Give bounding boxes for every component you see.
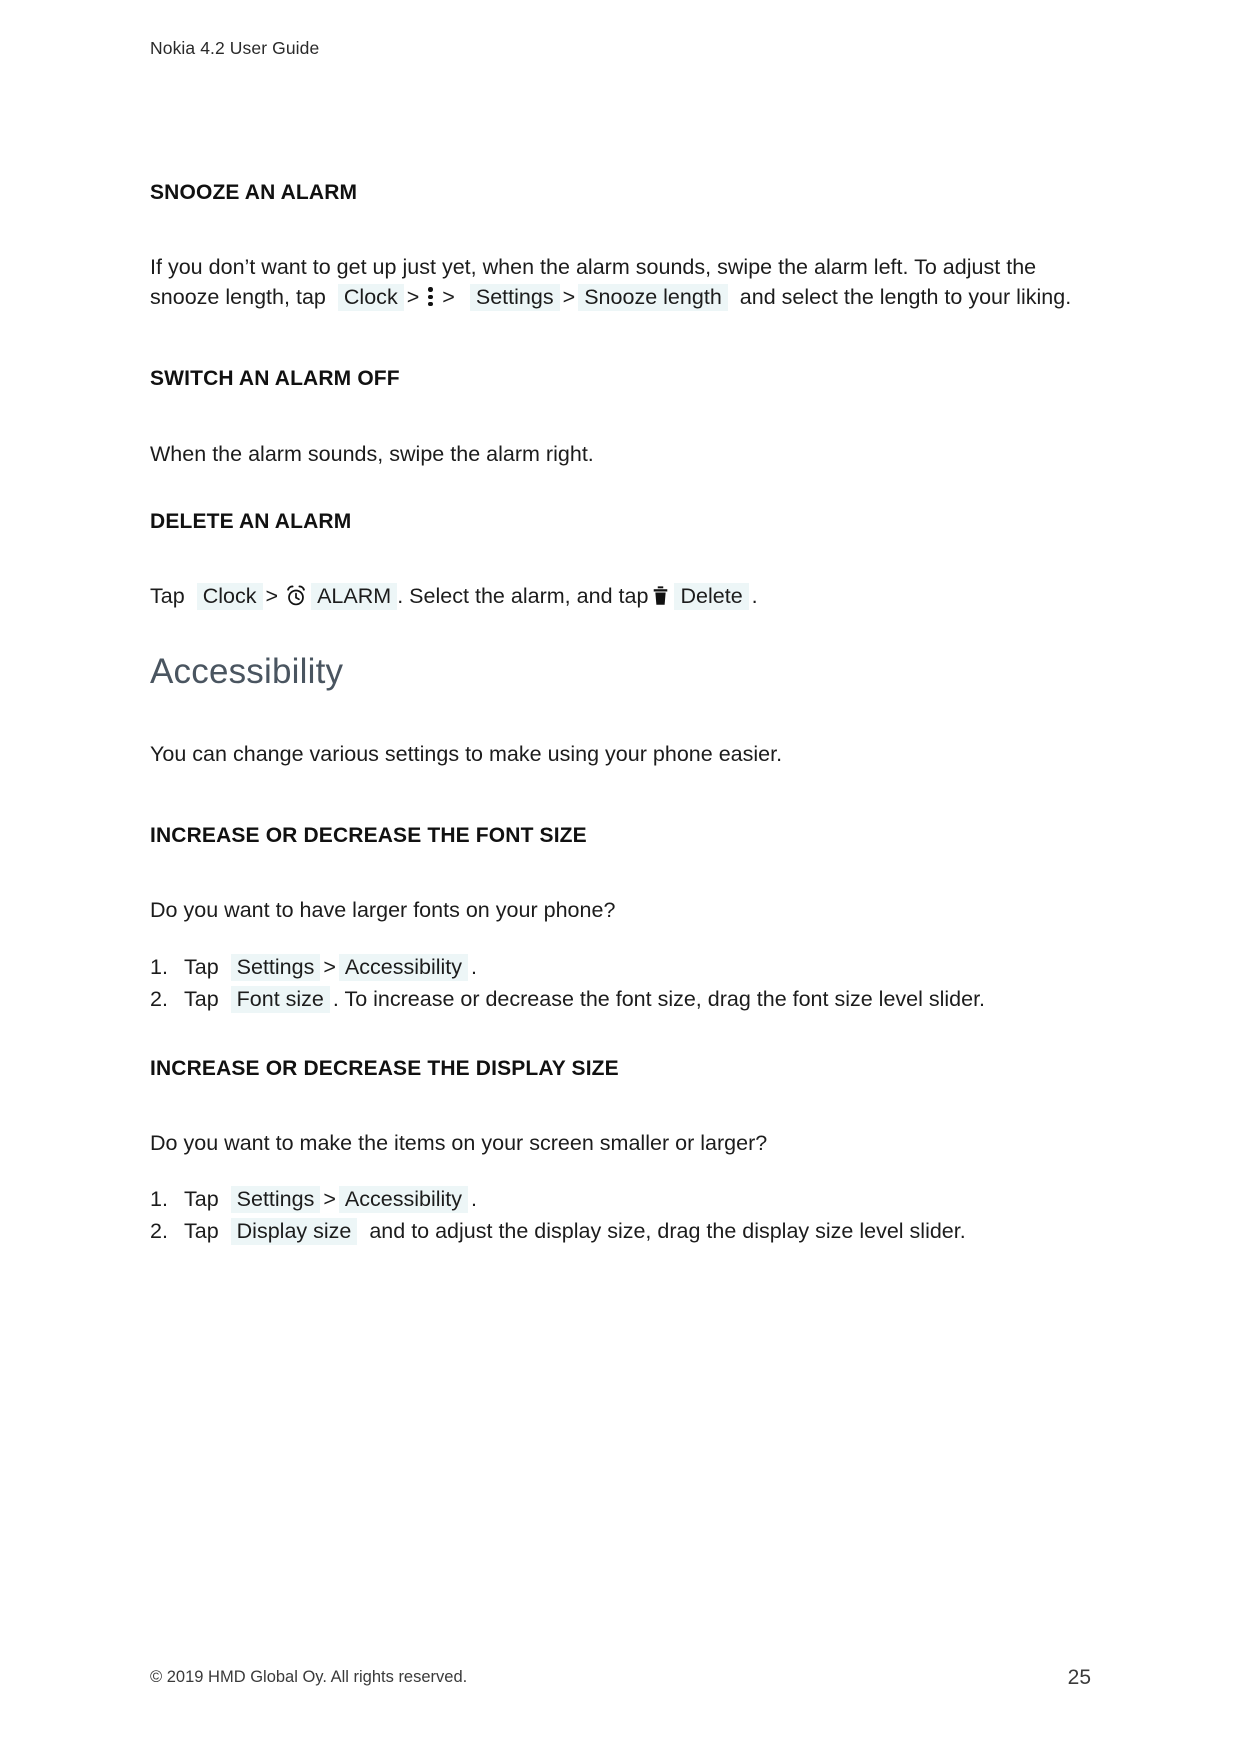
ui-ref-accessibility[interactable]: Accessibility (338, 953, 468, 981)
heading-delete-an-alarm: DELETE AN ALARM (150, 509, 352, 533)
list-item: 2. Tap Display size and to adjust the dis… (150, 1216, 1090, 1246)
text-segment: Tap (184, 954, 219, 979)
text-segment: Tap (150, 584, 185, 609)
text-segment: . (751, 584, 758, 609)
text-segment: and to adjust the display size, drag the… (369, 1219, 966, 1244)
text-space (357, 1216, 369, 1246)
ui-ref-settings[interactable]: Settings (230, 1186, 321, 1214)
separator-chevron: > (265, 584, 279, 609)
text-segment: Tap (184, 1219, 219, 1244)
text-segment: Tap (184, 1187, 219, 1212)
ui-ref-settings[interactable]: Settings (469, 284, 560, 312)
page-content: SNOOZE AN ALARM If you don’t want to get… (150, 180, 1090, 1248)
heading-accessibility: Accessibility (150, 652, 344, 692)
heading-snooze-an-alarm: SNOOZE AN ALARM (150, 181, 358, 204)
alarm-clock-icon[interactable] (285, 585, 307, 607)
overflow-menu-icon[interactable] (428, 286, 433, 307)
text-space (219, 1216, 231, 1246)
paragraph-display-size-intro: Do you want to make the items on your sc… (150, 1131, 768, 1155)
list-item: 1. Tap Settings > Accessibility. (150, 1184, 1090, 1214)
list-item-number: 1. (150, 1187, 168, 1212)
list-item-number: 2. (150, 1219, 168, 1244)
heading-switch-an-alarm-off: SWITCH AN ALARM OFF (150, 367, 400, 391)
footer-copyright: © 2019 HMD Global Oy. All rights reserve… (150, 1668, 468, 1686)
list-item: 1. Tap Settings > Accessibility. (150, 952, 1090, 982)
separator-chevron: > (562, 285, 576, 310)
list-item-number: 2. (150, 986, 168, 1011)
ui-ref-display-size[interactable]: Display size (230, 1218, 358, 1246)
text-segment: . (471, 954, 477, 979)
text-segment: and select the length to your liking. (739, 285, 1072, 310)
paragraph-font-size-intro: Do you want to have larger fonts on your… (150, 898, 616, 923)
trash-icon[interactable] (652, 585, 669, 607)
ui-ref-font-size[interactable]: Font size (230, 985, 330, 1013)
separator-chevron: > (323, 954, 336, 979)
text-segment: . To increase or decrease the font size,… (332, 986, 986, 1011)
ui-ref-clock[interactable]: Clock (337, 284, 404, 312)
page-footer: © 2019 HMD Global Oy. All rights reserve… (150, 1666, 1091, 1694)
text-space (219, 984, 231, 1014)
ui-ref-settings[interactable]: Settings (230, 953, 321, 981)
ui-ref-delete[interactable]: Delete (674, 583, 749, 611)
separator-chevron: > (442, 285, 455, 310)
text-segment: . (471, 1187, 477, 1212)
heading-increase-or-decrease-the-font-size: INCREASE OR DECREASE THE FONT SIZE (150, 824, 587, 848)
paragraph-accessibility-intro: You can change various settings to make … (150, 742, 783, 767)
text-space (219, 952, 231, 982)
step-list-display-size: 1. Tap Settings > Accessibility. 2. Tap Disp… (150, 1184, 1090, 1246)
ui-ref-alarm-tab[interactable]: ALARM (311, 583, 398, 611)
separator-chevron: > (406, 285, 420, 310)
paragraph-delete-an-alarm: Tap Clock > ALARM. Select the alarm, and t… (150, 581, 1090, 611)
list-item-number: 1. (150, 954, 168, 979)
text-segment: . Select the alarm, and tap (397, 584, 649, 609)
text-space (458, 282, 470, 312)
text-space (728, 282, 740, 312)
text-space (185, 581, 197, 611)
heading-increase-or-decrease-the-display-size: INCREASE OR DECREASE THE DISPLAY SIZE (150, 1056, 619, 1080)
page-number: 25 (1067, 1666, 1091, 1689)
paragraph-snooze-an-alarm: If you don’t want to get up just yet, wh… (150, 252, 1090, 312)
ui-ref-accessibility[interactable]: Accessibility (338, 1186, 468, 1214)
list-item: 2. Tap Font size. To increase or decrease… (150, 984, 1090, 1014)
separator-chevron: > (323, 1187, 336, 1212)
ui-ref-clock[interactable]: Clock (196, 583, 263, 611)
document-page: Nokia 4.2 User Guide SNOOZE AN ALARM If … (0, 0, 1241, 1754)
running-header: Nokia 4.2 User Guide (150, 38, 320, 58)
text-space (219, 1184, 231, 1214)
step-list-font-size: 1. Tap Settings > Accessibility. 2. Tap Font… (150, 952, 1090, 1014)
text-space (326, 282, 338, 312)
ui-ref-snooze-length[interactable]: Snooze length (578, 284, 728, 312)
paragraph-switch-an-alarm-off: When the alarm sounds, swipe the alarm r… (150, 441, 594, 466)
text-segment: Tap (184, 986, 219, 1011)
